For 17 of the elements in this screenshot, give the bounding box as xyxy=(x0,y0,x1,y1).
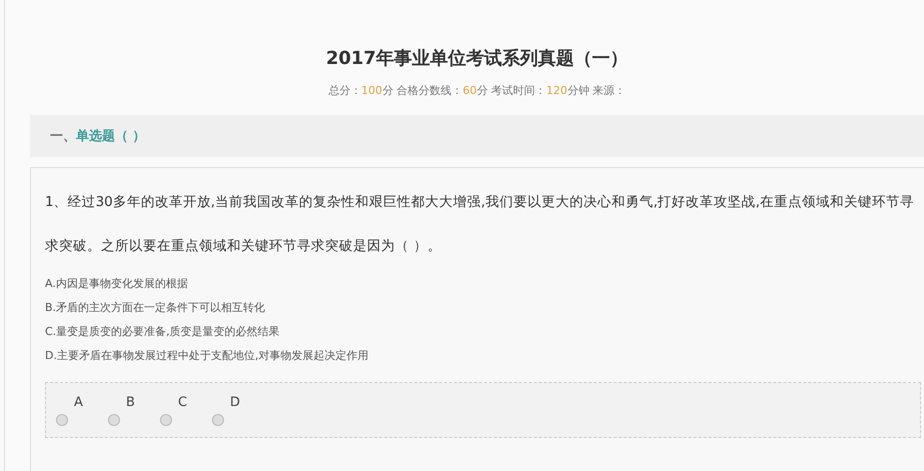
radio-button[interactable] xyxy=(108,414,120,426)
answer-label: C xyxy=(178,395,188,411)
answer-label: D xyxy=(230,395,240,411)
answer-label: B xyxy=(126,395,135,411)
radio-button[interactable] xyxy=(160,414,172,426)
option-text: C.量变是质变的必要准备,质变是量变的必然结果 xyxy=(45,324,281,340)
option-text: D.主要矛盾在事物发展过程中处于支配地位,对事物发展起决定作用 xyxy=(45,348,370,364)
exam-title: 2017年事业单位考试系列真题（一） xyxy=(324,47,630,71)
section-number: 一、 xyxy=(50,128,76,145)
radio-button[interactable] xyxy=(56,414,68,426)
question-text: 1、经过30多年的改革开放,当前我国改革的复杂性和艰巨性都大大增强,我们要以更大的决心和勇气,打好改革攻坚战,在重点领域和关键环节寻求突破。之所以要在重点领域和关键环节寻求突破是因为（ ）。 xyxy=(45,193,915,256)
answer-label: A xyxy=(74,395,83,411)
option-text: A.内因是事物变化发展的根据 xyxy=(45,276,189,292)
radio-button[interactable] xyxy=(212,414,224,426)
section-title: 单选题（ ） xyxy=(76,128,146,145)
exam-info: 总分：100分 合格分数线：60分 考试时间：120分钟 来源： xyxy=(327,83,627,99)
option-text: B.矛盾的主次方面在一定条件下可以相互转化 xyxy=(45,300,266,316)
